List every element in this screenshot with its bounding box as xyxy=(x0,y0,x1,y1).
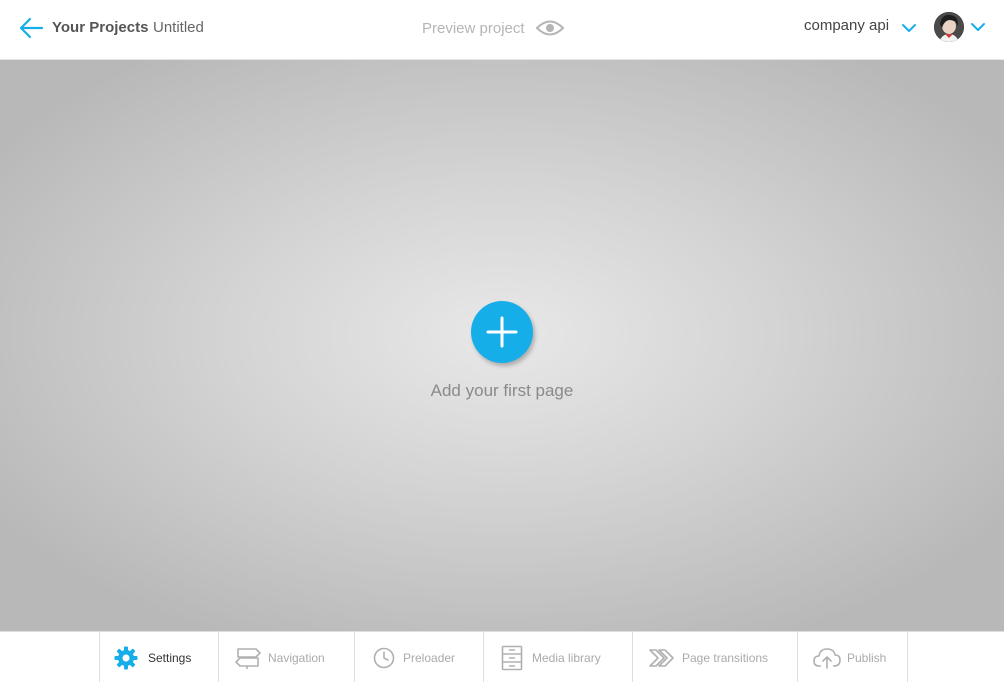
bottom-toolbar: Settings Navigation Preloader Media libr… xyxy=(0,631,1004,682)
tool-publish[interactable]: Publish xyxy=(797,632,908,682)
cloud-upload-icon xyxy=(813,647,841,669)
chevron-down-icon xyxy=(971,23,985,31)
tool-settings-label: Settings xyxy=(148,650,192,665)
arrow-left-icon[interactable] xyxy=(18,16,44,40)
signpost-icon xyxy=(235,647,261,669)
chevrons-right-icon xyxy=(649,648,674,667)
tool-media-library-label: Media library xyxy=(532,650,601,665)
breadcrumb-your-projects[interactable]: Your Projects xyxy=(52,19,148,36)
tool-navigation-label: Navigation xyxy=(268,650,325,665)
preview-project-button[interactable]: Preview project xyxy=(422,18,565,38)
tool-media-library[interactable]: Media library xyxy=(483,632,632,682)
tool-navigation[interactable]: Navigation xyxy=(218,632,354,682)
tool-preloader-label: Preloader xyxy=(403,650,456,665)
tool-settings[interactable]: Settings xyxy=(99,632,218,682)
tool-page-transitions[interactable]: Page transitions xyxy=(632,632,797,682)
chevron-down-icon xyxy=(902,23,917,32)
preview-project-label: Preview project xyxy=(422,19,525,37)
company-name: company api xyxy=(804,17,890,34)
tool-page-transitions-label: Page transitions xyxy=(682,650,769,665)
cabinet-icon xyxy=(501,645,523,670)
company-selector[interactable]: company api xyxy=(804,17,917,34)
eye-icon xyxy=(535,20,564,36)
add-page-button[interactable] xyxy=(471,301,533,363)
top-bar: Your Projects Untitled Preview project c… xyxy=(0,0,1004,60)
plus-icon xyxy=(486,316,518,348)
add-first-page-label: Add your first page xyxy=(430,381,574,400)
tool-preloader[interactable]: Preloader xyxy=(354,632,483,682)
tool-publish-label: Publish xyxy=(847,650,887,665)
user-menu[interactable] xyxy=(934,12,986,42)
page-canvas: Add your first page xyxy=(0,60,1004,631)
clock-icon xyxy=(373,647,395,668)
gear-icon xyxy=(114,646,138,669)
avatar xyxy=(934,12,964,42)
project-title[interactable]: Untitled xyxy=(153,19,204,36)
